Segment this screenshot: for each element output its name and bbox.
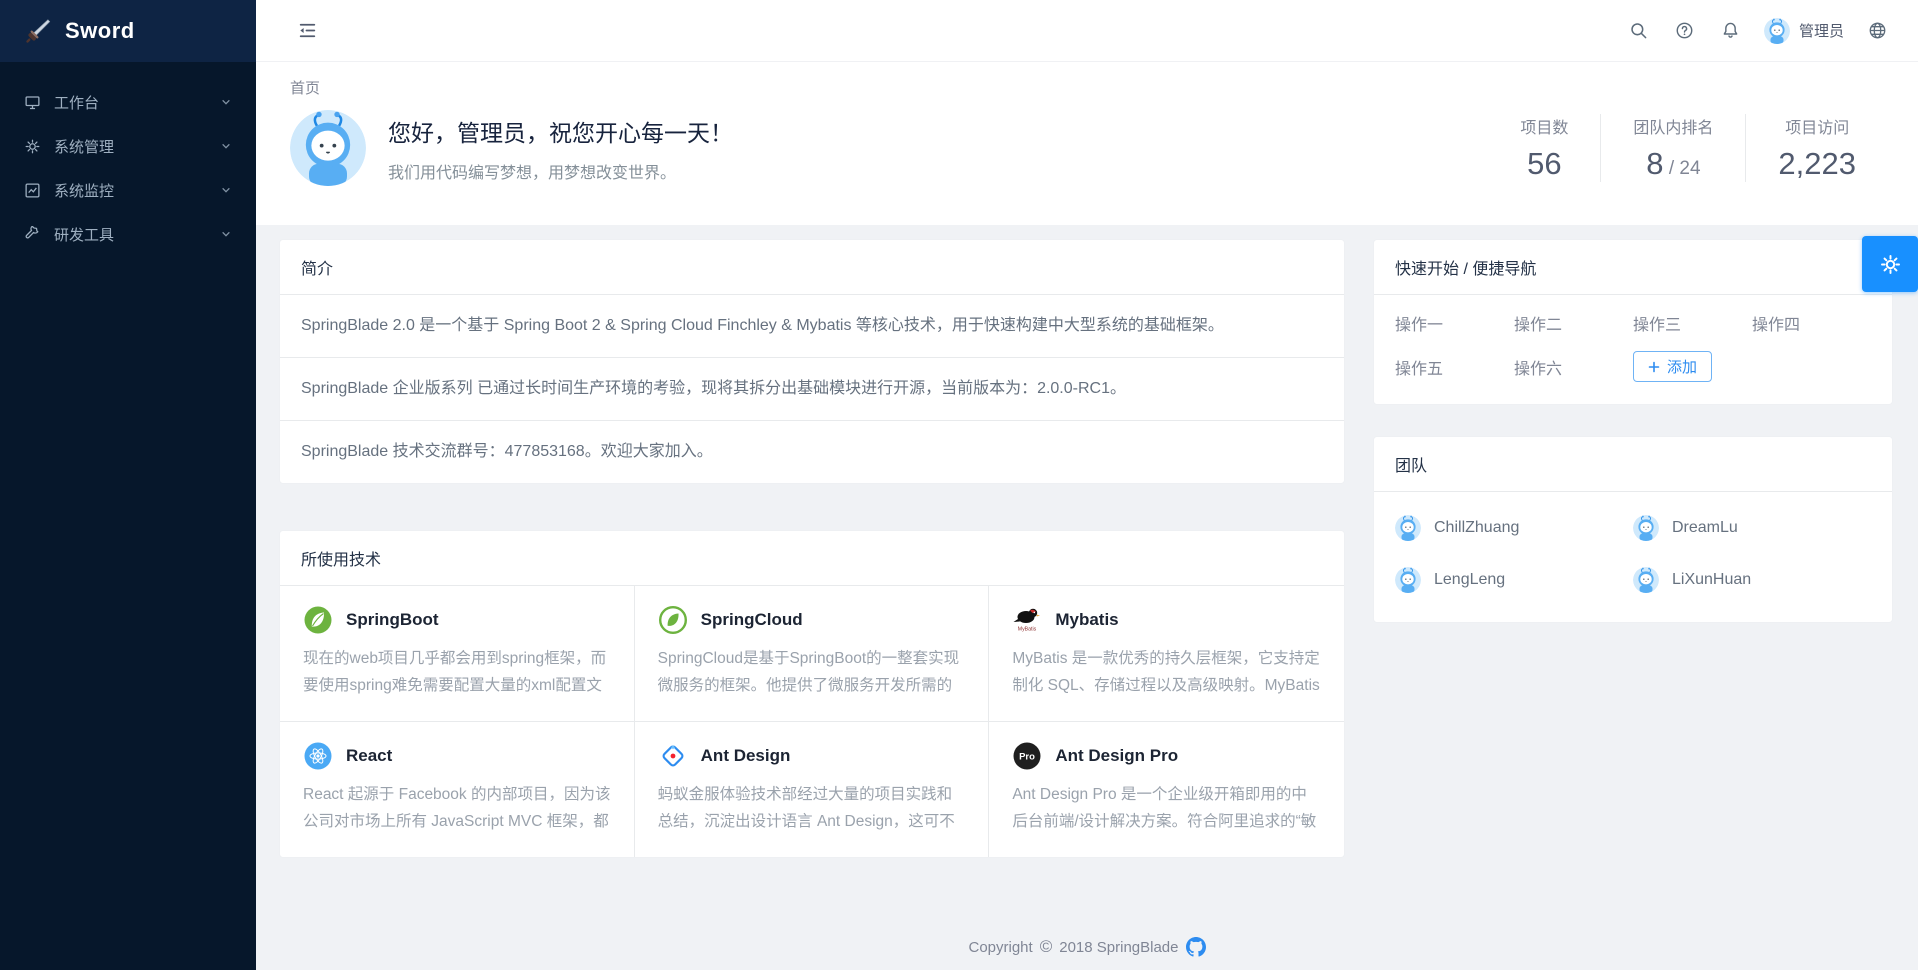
react-icon — [303, 741, 333, 771]
tech-cell-springcloud[interactable]: SpringCloud SpringCloud是基于SpringBoot的一整套… — [635, 586, 990, 722]
svg-text:MyBatis: MyBatis — [1018, 627, 1037, 633]
tech-cell-antdesign[interactable]: Ant Design 蚂蚁金服体验技术部经过大量的项目实践和总结，沉淀出设计语言… — [635, 722, 990, 857]
tech-cell-antdesignpro[interactable]: Pro Ant Design Pro Ant Design Pro 是一个企业级… — [989, 722, 1344, 857]
quick-nav-title: 快速开始 / 便捷导航 — [1374, 240, 1892, 295]
tech-card: 所使用技术 SpringBoot — [279, 530, 1345, 858]
quick-link-2[interactable]: 操作二 — [1514, 311, 1633, 335]
tech-cell-react[interactable]: React React 起源于 Facebook 的内部项目，因为该公司对市场上… — [280, 722, 635, 857]
intro-item: SpringBlade 企业版系列 已通过长时间生产环境的考验，现将其拆分出基础… — [280, 358, 1344, 421]
tech-card-title: 所使用技术 — [280, 531, 1344, 586]
quick-nav-settings-button[interactable] — [1862, 236, 1918, 292]
stats: 项目数 56 团队内排名 8 / 24 项目访问 2,223 — [1488, 114, 1868, 182]
member-avatar — [1633, 515, 1659, 541]
sidebar-menu: 工作台 系统管理 系统监控 — [0, 62, 256, 256]
copyright-text: Copyright — [969, 939, 1033, 956]
mybatis-icon: MyBatis — [1012, 605, 1042, 635]
stat-projects: 项目数 56 — [1488, 114, 1600, 182]
team-member[interactable]: LengLeng — [1395, 554, 1633, 606]
team-card-title: 团队 — [1374, 437, 1892, 492]
sidebar-item-label: 研发工具 — [54, 224, 114, 245]
sidebar-item-workbench[interactable]: 工作台 — [0, 80, 256, 124]
intro-card-title: 简介 — [280, 240, 1344, 295]
intro-item: SpringBlade 技术交流群号：477853168。欢迎大家加入。 — [280, 421, 1344, 483]
search-icon[interactable] — [1620, 12, 1658, 50]
add-button[interactable]: 添加 — [1633, 351, 1712, 382]
springboot-icon — [303, 605, 333, 635]
chevron-down-icon — [220, 184, 232, 196]
monitor-chart-icon — [24, 182, 41, 199]
team-member[interactable]: ChillZhuang — [1395, 502, 1633, 554]
quick-link-1[interactable]: 操作一 — [1395, 311, 1514, 335]
user-avatar — [1764, 18, 1790, 44]
quick-link-5[interactable]: 操作五 — [1395, 355, 1514, 379]
team-card: 团队 ChillZhuang DreamLu LengLeng — [1373, 436, 1893, 623]
quick-nav-card: 快速开始 / 便捷导航 操作一 操作二 操作三 操作四 操作五 操作六 添加 — [1373, 239, 1893, 405]
springcloud-icon — [658, 605, 688, 635]
app-title: Sword — [65, 18, 135, 44]
user-menu[interactable]: 管理员 — [1758, 18, 1850, 44]
intro-item: SpringBlade 2.0 是一个基于 Spring Boot 2 & Sp… — [280, 295, 1344, 358]
main-content: 简介 SpringBlade 2.0 是一个基于 Spring Boot 2 &… — [256, 225, 1918, 970]
chevron-down-icon — [220, 140, 232, 152]
member-avatar — [1395, 515, 1421, 541]
welcome-avatar — [290, 110, 366, 186]
stat-project-visits: 项目访问 2,223 — [1745, 114, 1868, 182]
team-member[interactable]: DreamLu — [1633, 502, 1871, 554]
sidebar-item-system-admin[interactable]: 系统管理 — [0, 124, 256, 168]
ant-design-pro-icon: Pro — [1012, 741, 1042, 771]
quick-link-3[interactable]: 操作三 — [1633, 311, 1752, 335]
chevron-down-icon — [220, 228, 232, 240]
sidebar-item-label: 工作台 — [54, 92, 99, 113]
svg-text:Pro: Pro — [1019, 752, 1035, 763]
greeting-title: 您好，管理员，祝您开心每一天！ — [388, 114, 733, 148]
ant-design-icon — [658, 741, 688, 771]
quick-link-6[interactable]: 操作六 — [1514, 355, 1633, 379]
footer: Copyright © 2018 SpringBlade — [256, 937, 1918, 957]
sidebar-item-label: 系统管理 — [54, 136, 114, 157]
help-icon[interactable] — [1666, 12, 1704, 50]
copyright-icon: © — [1040, 937, 1053, 957]
footer-brand: 2018 SpringBlade — [1059, 939, 1178, 956]
sidebar-item-dev-tools[interactable]: 研发工具 — [0, 212, 256, 256]
team-member[interactable]: LiXunHuan — [1633, 554, 1871, 606]
github-icon[interactable] — [1186, 937, 1206, 957]
sidebar-item-label: 系统监控 — [54, 180, 114, 201]
language-globe-icon[interactable] — [1858, 12, 1896, 50]
plus-icon — [1648, 361, 1660, 373]
tech-cell-springboot[interactable]: SpringBoot 现在的web项目几乎都会用到spring框架，而要使用sp… — [280, 586, 635, 722]
intro-card: 简介 SpringBlade 2.0 是一个基于 Spring Boot 2 &… — [279, 239, 1345, 484]
topbar: 管理员 — [256, 0, 1918, 62]
gear-icon — [24, 138, 41, 155]
topbar-actions: 管理员 — [1620, 12, 1896, 50]
greeting-motto: 我们用代码编写梦想，用梦想改变世界。 — [388, 159, 733, 183]
sidebar-item-system-monitor[interactable]: 系统监控 — [0, 168, 256, 212]
stat-team-rank: 团队内排名 8 / 24 — [1600, 114, 1745, 182]
page-header: 首页 您好，管理员，祝您开心每一天！ 我们用代码编写梦想，用梦想改变世界。 项目… — [256, 62, 1918, 225]
sword-icon — [24, 17, 52, 45]
member-avatar — [1633, 567, 1659, 593]
tech-cell-mybatis[interactable]: MyBatis Mybatis MyBatis 是一款优秀的持久层框架，它支持定… — [989, 586, 1344, 722]
wrench-icon — [24, 226, 41, 243]
welcome-block: 您好，管理员，祝您开心每一天！ 我们用代码编写梦想，用梦想改变世界。 — [290, 110, 733, 186]
chevron-down-icon — [220, 96, 232, 108]
member-avatar — [1395, 567, 1421, 593]
user-name: 管理员 — [1799, 20, 1844, 41]
desktop-icon — [24, 94, 41, 111]
menu-fold-icon[interactable] — [288, 12, 326, 50]
quick-link-4[interactable]: 操作四 — [1752, 311, 1871, 335]
app-logo[interactable]: Sword — [0, 0, 256, 62]
sidebar: Sword 工作台 系统管理 — [0, 0, 256, 970]
bell-icon[interactable] — [1712, 12, 1750, 50]
breadcrumb[interactable]: 首页 — [290, 77, 1868, 98]
